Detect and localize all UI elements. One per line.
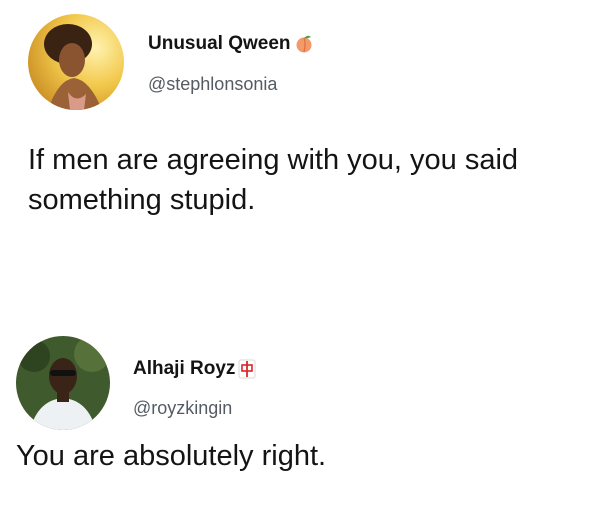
tweet-text: If men are agreeing with you, you said s… [28,144,519,216]
username-handle[interactable]: @royzkingin [133,398,232,419]
avatar-photo-icon [16,336,110,430]
avatar[interactable] [28,14,124,110]
display-name[interactable]: Unusual Qween [148,33,314,55]
display-name[interactable]: Alhaji Royz [133,358,256,380]
peach-icon [294,34,314,54]
username-handle[interactable]: @stephlonsonia [148,74,277,95]
tweet-text: You are absolutely right. [16,440,327,472]
tweet-1: Unusual Qween @stephlonsonia If men are … [0,0,600,250]
tweet-2: Alhaji Royz @royzkingin You are absolute… [0,330,600,508]
avatar-photo-icon [28,14,124,110]
red-symbol-icon [238,359,256,379]
avatar[interactable] [16,336,110,430]
